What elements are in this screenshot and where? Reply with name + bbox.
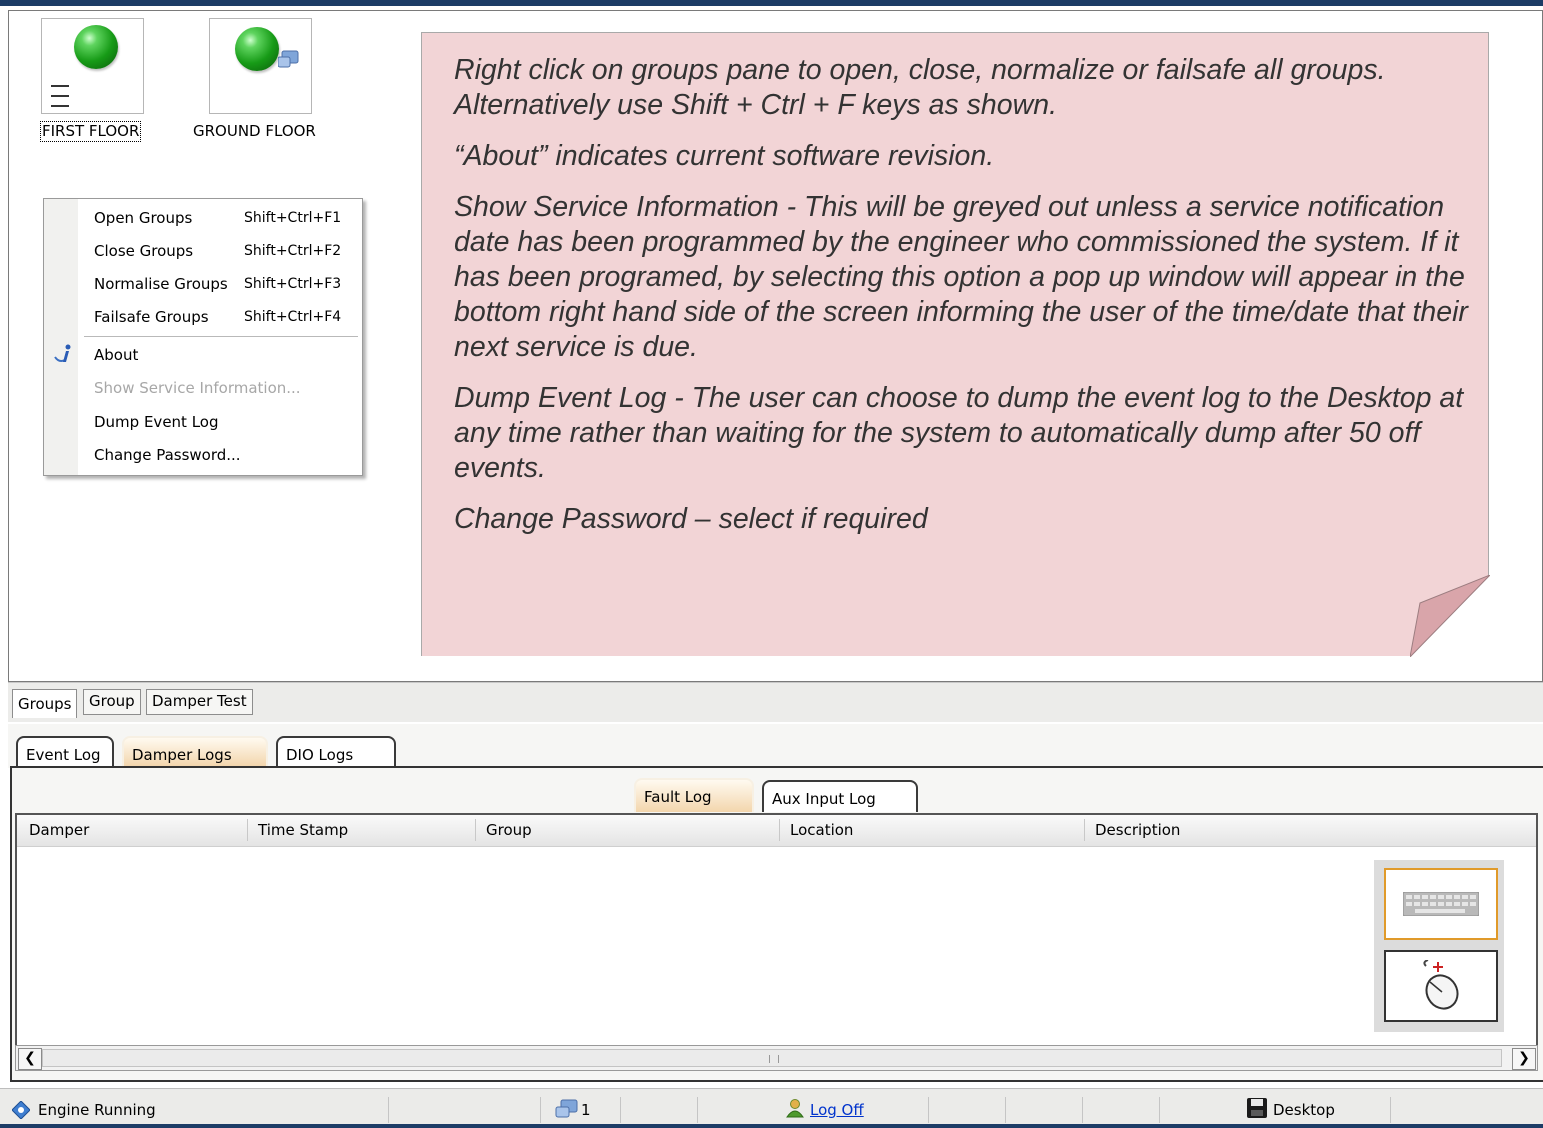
- menu-shortcut: Shift+Ctrl+F2: [244, 243, 342, 259]
- tab-event-log[interactable]: Event Log: [16, 736, 114, 766]
- status-divider: [1005, 1097, 1006, 1123]
- save-disk-icon: [1247, 1098, 1267, 1118]
- column-header-description[interactable]: Description: [1095, 821, 1180, 839]
- menu-item-close-groups[interactable]: Close Groups: [94, 242, 193, 260]
- column-divider[interactable]: [1084, 819, 1085, 841]
- status-divider: [540, 1097, 541, 1123]
- menu-item-about[interactable]: About: [94, 346, 138, 364]
- column-divider[interactable]: [779, 819, 780, 841]
- view-tab-strip: Groups Group Damper Test: [8, 682, 1543, 722]
- status-divider: [1082, 1097, 1083, 1123]
- menu-shortcut: Shift+Ctrl+F1: [244, 210, 342, 226]
- note-paragraph: “About” indicates current software revis…: [454, 140, 995, 172]
- keyboard-button[interactable]: [1384, 868, 1498, 940]
- horizontal-scrollbar[interactable]: ❮ ❯: [15, 1045, 1538, 1071]
- tab-group[interactable]: Group: [83, 689, 141, 715]
- status-bar: Engine Running 1 Log Off Desktop: [0, 1088, 1543, 1128]
- tab-dio-logs[interactable]: DIO Logs: [276, 736, 396, 766]
- status-divider: [620, 1097, 621, 1123]
- column-divider[interactable]: [247, 819, 248, 841]
- group-menu-icon: [51, 85, 69, 107]
- column-header-location[interactable]: Location: [790, 821, 853, 839]
- scroll-grip-icon: [769, 1055, 779, 1063]
- bottom-border: [0, 1124, 1543, 1128]
- note-paragraph: Change Password – select if required: [454, 503, 928, 535]
- group-tile-first-floor[interactable]: [41, 18, 144, 114]
- connection-count: 1: [581, 1101, 591, 1119]
- tab-fault-log[interactable]: Fault Log: [634, 778, 754, 812]
- groups-context-menu: Open Groups Shift+Ctrl+F1 Close Groups S…: [43, 198, 363, 476]
- group-tile-ground-floor[interactable]: [209, 18, 312, 114]
- page-curl-icon: [1410, 575, 1490, 657]
- menu-shortcut: Shift+Ctrl+F3: [244, 276, 342, 292]
- mouse-button[interactable]: [1384, 950, 1498, 1022]
- status-divider: [1159, 1097, 1160, 1123]
- status-divider: [697, 1097, 698, 1123]
- status-green-icon: [74, 25, 118, 69]
- tab-damper-logs[interactable]: Damper Logs: [122, 736, 268, 766]
- menu-item-show-service-information: Show Service Information...: [94, 379, 301, 397]
- menu-item-open-groups[interactable]: Open Groups: [94, 209, 192, 227]
- column-header-time-stamp[interactable]: Time Stamp: [258, 821, 348, 839]
- note-paragraph: Right click on groups pane to open, clos…: [454, 54, 1386, 121]
- tab-groups[interactable]: Groups: [12, 689, 78, 718]
- group-label-ground-floor[interactable]: GROUND FLOOR: [193, 122, 316, 141]
- scroll-thumb[interactable]: [42, 1049, 1502, 1067]
- info-icon: [54, 344, 71, 362]
- status-divider: [928, 1097, 929, 1123]
- note-paragraph: Show Service Information - This will be …: [454, 191, 1468, 363]
- group-label-first-floor[interactable]: FIRST FLOOR: [40, 121, 142, 142]
- top-border: [0, 0, 1543, 6]
- status-divider: [388, 1097, 389, 1123]
- help-note: Right click on groups pane to open, clos…: [421, 32, 1490, 657]
- log-off-link[interactable]: Log Off: [810, 1101, 864, 1119]
- table-header: Damper Time Stamp Group Location Descrip…: [17, 815, 1536, 847]
- status-green-icon: [235, 27, 279, 71]
- scroll-right-button[interactable]: ❯: [1512, 1048, 1536, 1070]
- user-icon: [786, 1099, 804, 1118]
- help-note-text: Right click on groups pane to open, clos…: [454, 53, 1474, 553]
- desktop-label[interactable]: Desktop: [1273, 1101, 1335, 1119]
- network-icon: [278, 50, 299, 68]
- menu-item-failsafe-groups[interactable]: Failsafe Groups: [94, 308, 209, 326]
- tab-damper-test[interactable]: Damper Test: [146, 689, 253, 715]
- log-tab-strip: Event Log Damper Logs DIO Logs: [8, 724, 1543, 768]
- menu-icon-gutter: [44, 199, 78, 475]
- menu-item-dump-event-log[interactable]: Dump Event Log: [94, 413, 219, 431]
- menu-item-normalise-groups[interactable]: Normalise Groups: [94, 275, 228, 293]
- mouse-click-icon: [1423, 960, 1459, 1010]
- menu-item-change-password[interactable]: Change Password...: [94, 446, 241, 464]
- column-divider[interactable]: [475, 819, 476, 841]
- column-header-group[interactable]: Group: [486, 821, 532, 839]
- menu-separator: [84, 336, 358, 338]
- menu-shortcut: Shift+Ctrl+F4: [244, 309, 342, 325]
- network-icon: [555, 1099, 578, 1118]
- scroll-left-button[interactable]: ❮: [18, 1048, 42, 1070]
- column-header-damper[interactable]: Damper: [29, 821, 89, 839]
- engine-diamond-icon: [12, 1101, 30, 1119]
- tab-aux-input-log[interactable]: Aux Input Log: [762, 780, 918, 812]
- note-paragraph: Dump Event Log - The user can choose to …: [454, 382, 1464, 484]
- keyboard-icon: [1403, 892, 1479, 916]
- engine-status: Engine Running: [38, 1101, 156, 1119]
- fault-log-table[interactable]: Damper Time Stamp Group Location Descrip…: [15, 813, 1538, 1051]
- input-tool-panel: [1374, 860, 1504, 1032]
- status-divider: [1390, 1097, 1391, 1123]
